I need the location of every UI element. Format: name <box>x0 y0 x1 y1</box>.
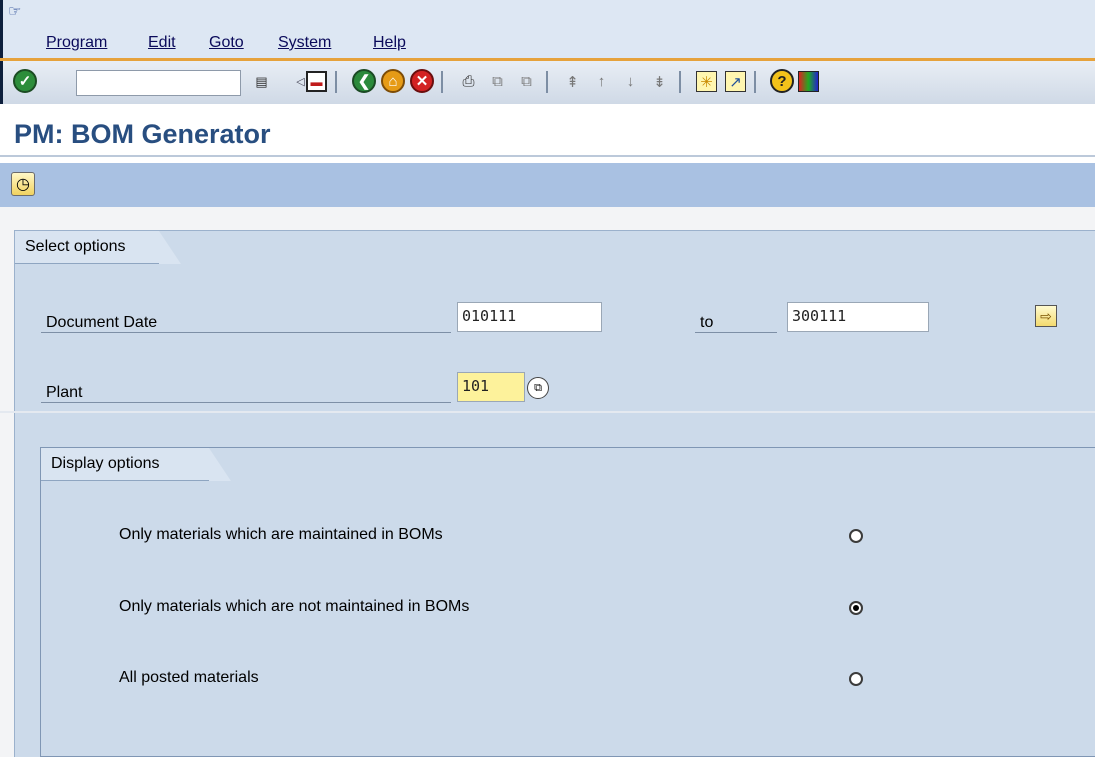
option-not-maintained-radio[interactable] <box>849 601 863 615</box>
print-icon[interactable]: ⎙ <box>458 71 479 92</box>
find-next-icon[interactable]: ⧉ <box>516 71 537 92</box>
plant-input[interactable]: 101 <box>457 372 525 402</box>
display-options-group: Display options Only materials which are… <box>40 447 1095 757</box>
standard-toolbar: ✓ ▤ ◁ ▬ ❮ ⌂ ✕ ⎙ ⧉ ⧉ ⇞ ↑ ↓ ⇟ ✳ ↗ ? <box>0 58 1095 104</box>
create-shortcut-icon[interactable]: ↗ <box>725 71 746 92</box>
tab-slant <box>209 448 231 481</box>
menu-goto[interactable]: Goto <box>209 34 244 52</box>
window-edge <box>0 61 3 104</box>
find-icon[interactable]: ⧉ <box>487 71 508 92</box>
option-all-posted-label: All posted materials <box>119 669 259 686</box>
multiple-selection-arrow-icon[interactable]: ⇨ <box>1035 305 1057 327</box>
select-options-tab: Select options <box>15 231 181 264</box>
display-options-tab: Display options <box>41 448 231 481</box>
menu-system[interactable]: System <box>278 34 331 52</box>
title-divider <box>0 155 1095 157</box>
execute-clock-icon[interactable]: ◷ <box>11 172 35 196</box>
plant-label: Plant <box>41 373 451 403</box>
back-icon[interactable]: ❮ <box>352 69 376 93</box>
help-icon[interactable]: ? <box>770 69 794 93</box>
window-edge <box>0 0 3 58</box>
display-options-header: Display options <box>51 455 160 472</box>
save-icon[interactable]: ▬ <box>306 71 327 92</box>
select-options-header: Select options <box>25 238 126 255</box>
toolbar-separator <box>335 71 337 93</box>
command-field[interactable] <box>76 70 241 96</box>
title-area: PM: BOM Generator <box>0 104 1095 156</box>
enter-check-icon[interactable]: ✓ <box>13 69 37 93</box>
next-page-icon[interactable]: ↓ <box>620 71 641 92</box>
command-history-icon[interactable]: ▤ <box>251 71 272 92</box>
document-date-from-input[interactable]: 010111 <box>457 302 602 332</box>
last-page-icon[interactable]: ⇟ <box>649 71 670 92</box>
tab-slant <box>159 231 181 264</box>
option-maintained-label: Only materials which are maintained in B… <box>119 526 443 543</box>
toolbar-separator <box>679 71 681 93</box>
menu-program[interactable]: Program <box>46 34 107 52</box>
option-maintained-radio[interactable] <box>849 529 863 543</box>
toolbar-separator <box>441 71 443 93</box>
toolbar-separator <box>754 71 756 93</box>
document-date-label: Document Date <box>41 303 451 333</box>
menu-edit[interactable]: Edit <box>148 34 176 52</box>
option-all-posted-radio[interactable] <box>849 672 863 686</box>
previous-page-icon[interactable]: ↑ <box>591 71 612 92</box>
application-toolbar: ◷ <box>0 163 1095 207</box>
layout-menu-icon[interactable] <box>798 71 819 92</box>
group-separator <box>0 411 1095 413</box>
menu-bar: ☞ Program Edit Goto System Help <box>0 0 1095 58</box>
plant-search-help-icon[interactable]: ⧉ <box>527 377 549 399</box>
toolbar-separator <box>546 71 548 93</box>
exit-icon[interactable]: ⌂ <box>381 69 405 93</box>
first-page-icon[interactable]: ⇞ <box>562 71 583 92</box>
document-date-to-input[interactable]: 300111 <box>787 302 929 332</box>
option-not-maintained-label: Only materials which are not maintained … <box>119 598 470 615</box>
date-to-label: to <box>695 303 777 333</box>
create-session-icon[interactable]: ✳ <box>696 71 717 92</box>
page-title: PM: BOM Generator <box>14 119 271 149</box>
cancel-icon[interactable]: ✕ <box>410 69 434 93</box>
menu-help[interactable]: Help <box>373 34 406 52</box>
system-menu-icon[interactable]: ☞ <box>8 4 26 20</box>
